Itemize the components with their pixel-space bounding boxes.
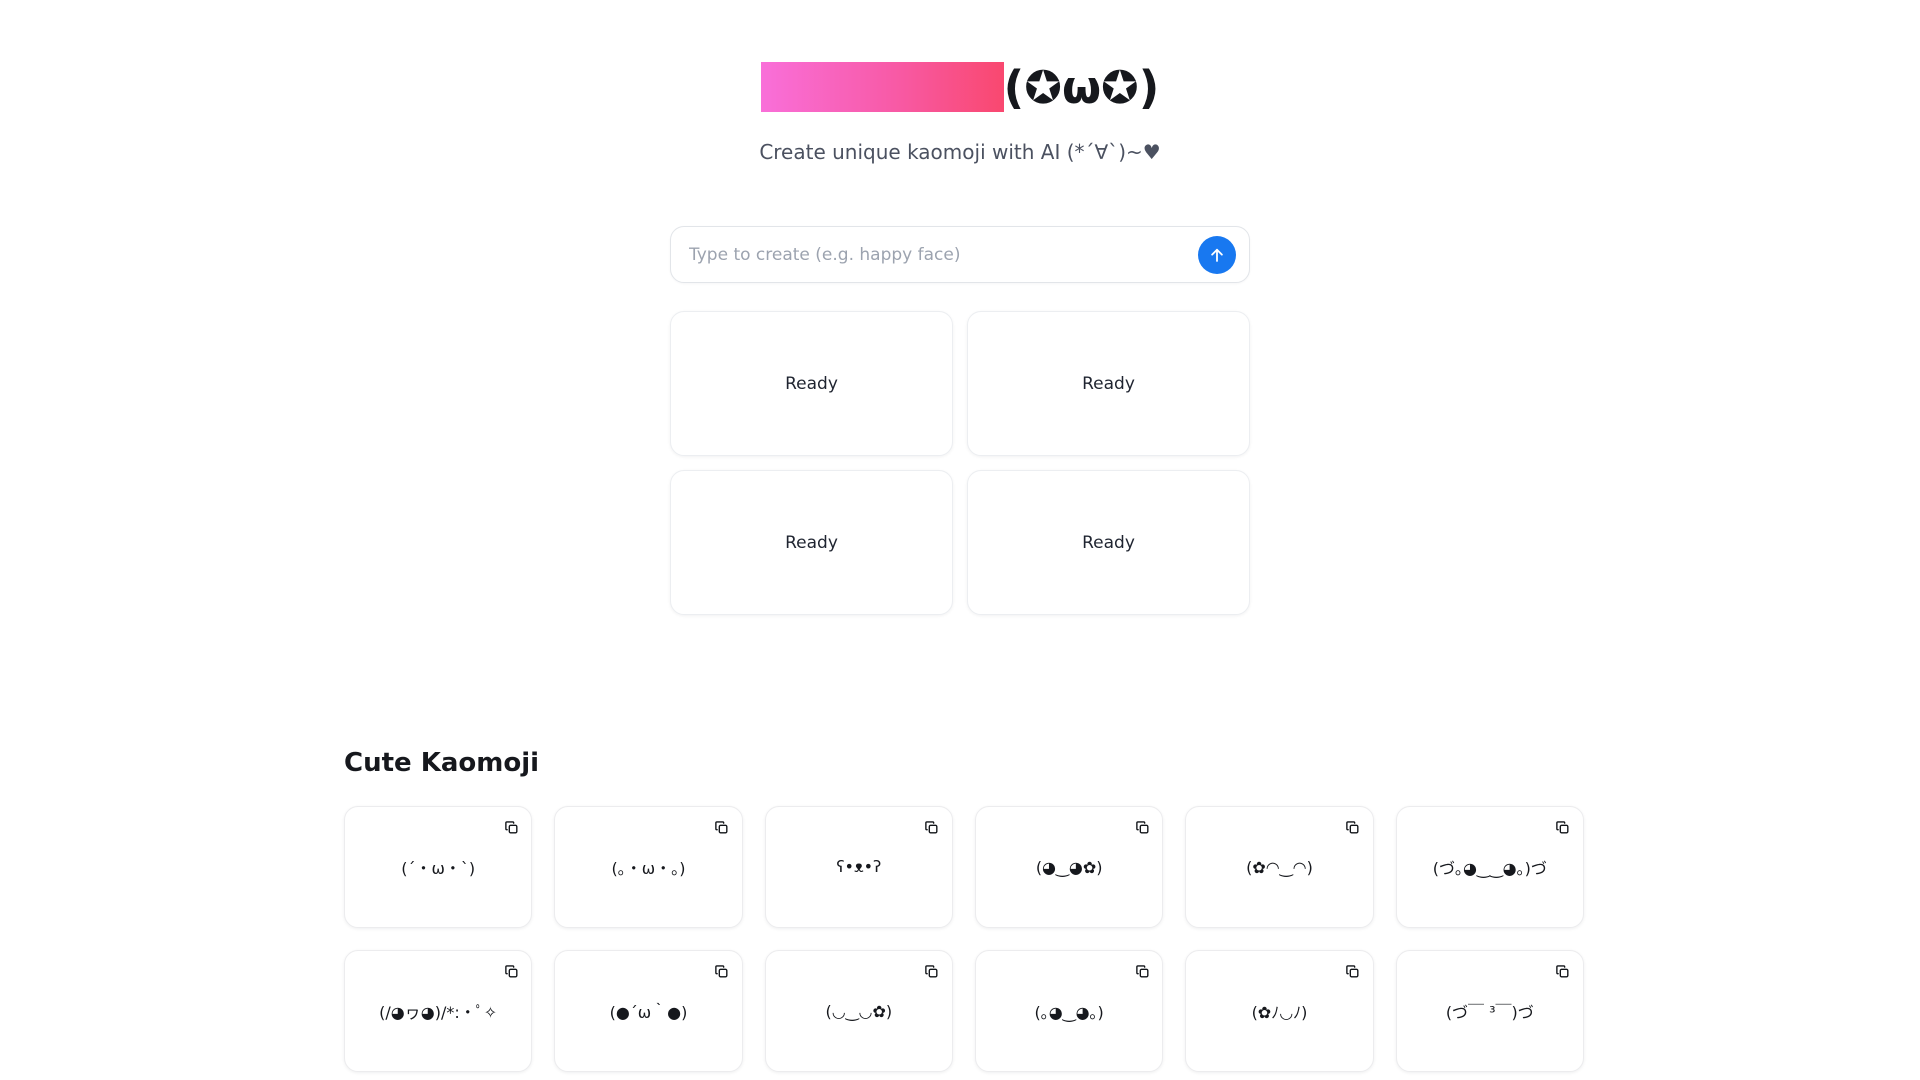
- search-box[interactable]: [670, 226, 1250, 283]
- kaomoji-text: ʕ•ᴥ•ʔ: [836, 857, 882, 876]
- copy-button[interactable]: [922, 817, 942, 837]
- app-root: (✪ω✪) Create unique kaomoji with AI (*´∀…: [0, 0, 1920, 1080]
- copy-button[interactable]: [1553, 961, 1573, 981]
- kaomoji-card[interactable]: (✿◠‿◠): [1185, 806, 1374, 928]
- kaomoji-card[interactable]: (●´ω｀●): [554, 950, 743, 1072]
- copy-icon: [1135, 820, 1150, 835]
- copy-button[interactable]: [501, 817, 521, 837]
- kaomoji-text: (✿◠‿◠): [1246, 857, 1313, 877]
- copy-icon: [714, 820, 729, 835]
- kaomoji-card[interactable]: ʕ•ᴥ•ʔ: [764, 806, 953, 928]
- kaomoji-text: (◕‿◕✿): [1035, 857, 1103, 877]
- copy-button[interactable]: [501, 961, 521, 981]
- kaomoji-card[interactable]: (◡‿◡✿): [764, 950, 953, 1072]
- kaomoji-text: (｡◕‿◕｡): [1034, 1003, 1104, 1022]
- title-gradient-block: [760, 62, 1004, 112]
- results-grid: Ready Ready Ready Ready: [670, 311, 1250, 615]
- kaomoji-text: (●´ω｀●): [609, 1003, 688, 1022]
- copy-icon: [504, 820, 519, 835]
- kaomoji-card[interactable]: (づ￣ ³￣)づ: [1395, 950, 1584, 1072]
- copy-icon: [504, 964, 519, 979]
- search-input[interactable]: [685, 227, 1198, 282]
- copy-button[interactable]: [712, 961, 732, 981]
- kaomoji-text: (｡・ω・｡): [611, 859, 686, 878]
- search-section: [670, 226, 1250, 283]
- copy-icon: [1345, 964, 1360, 979]
- copy-icon: [1555, 820, 1570, 835]
- copy-icon: [714, 964, 729, 979]
- kaomoji-card[interactable]: (´・ω・`): [344, 806, 533, 928]
- kaomoji-text: (´・ω・`): [401, 859, 476, 878]
- result-status: Ready: [1082, 373, 1135, 394]
- kaomoji-text: (✿ﾉ◡ﾉ): [1251, 1003, 1308, 1022]
- kaomoji-card[interactable]: (✿ﾉ◡ﾉ): [1185, 950, 1374, 1072]
- copy-icon: [924, 820, 939, 835]
- page-title: (✪ω✪): [0, 56, 1920, 118]
- result-status: Ready: [1082, 532, 1135, 553]
- copy-button[interactable]: [1343, 817, 1363, 837]
- result-card[interactable]: Ready: [670, 311, 953, 456]
- kaomoji-card[interactable]: (◕‿◕✿): [974, 806, 1164, 928]
- gallery-title: Cute Kaomoji: [344, 748, 540, 778]
- copy-icon: [924, 964, 939, 979]
- result-card[interactable]: Ready: [670, 470, 953, 615]
- copy-button[interactable]: [1553, 817, 1573, 837]
- copy-icon: [1555, 964, 1570, 979]
- kaomoji-card[interactable]: (づ｡◕‿‿◕｡)づ: [1395, 806, 1584, 928]
- page-subtitle: Create unique kaomoji with AI (*´∀`)~♥: [759, 140, 1161, 164]
- submit-button[interactable]: [1198, 235, 1236, 274]
- gallery-section: Cute Kaomoji (´・ω・`) (｡・ω・｡) ʕ•ᴥ•ʔ (◕‿◕✿…: [344, 748, 1584, 1072]
- copy-icon: [1345, 820, 1360, 835]
- kaomoji-card[interactable]: (/◕ヮ◕)/*:・ﾟ✧: [344, 950, 533, 1072]
- result-status: Ready: [785, 373, 838, 394]
- kaomoji-text: (づ｡◕‿‿◕｡)づ: [1432, 859, 1547, 878]
- result-card[interactable]: Ready: [967, 470, 1250, 615]
- kaomoji-card[interactable]: (｡・ω・｡): [554, 806, 743, 928]
- result-status: Ready: [785, 532, 838, 553]
- kaomoji-text: (◡‿◡✿): [825, 1001, 893, 1021]
- kaomoji-card[interactable]: (｡◕‿◕｡): [974, 950, 1164, 1072]
- kaomoji-text: (づ￣ ³￣)づ: [1445, 1003, 1534, 1022]
- copy-button[interactable]: [922, 961, 942, 981]
- copy-button[interactable]: [1132, 961, 1152, 981]
- copy-button[interactable]: [712, 817, 732, 837]
- arrow-up-icon: [1208, 246, 1226, 264]
- copy-icon: [1135, 964, 1150, 979]
- title-kaomoji-text: (✪ω✪): [1003, 60, 1160, 114]
- page-header: (✪ω✪) Create unique kaomoji with AI (*´∀…: [0, 0, 1920, 164]
- result-card[interactable]: Ready: [967, 311, 1250, 456]
- gallery-grid: (´・ω・`) (｡・ω・｡) ʕ•ᴥ•ʔ (◕‿◕✿) (✿◠‿◠) (づ｡◕…: [344, 806, 1584, 1072]
- copy-button[interactable]: [1132, 817, 1152, 837]
- kaomoji-text: (/◕ヮ◕)/*:・ﾟ✧: [379, 1003, 498, 1022]
- copy-button[interactable]: [1343, 961, 1363, 981]
